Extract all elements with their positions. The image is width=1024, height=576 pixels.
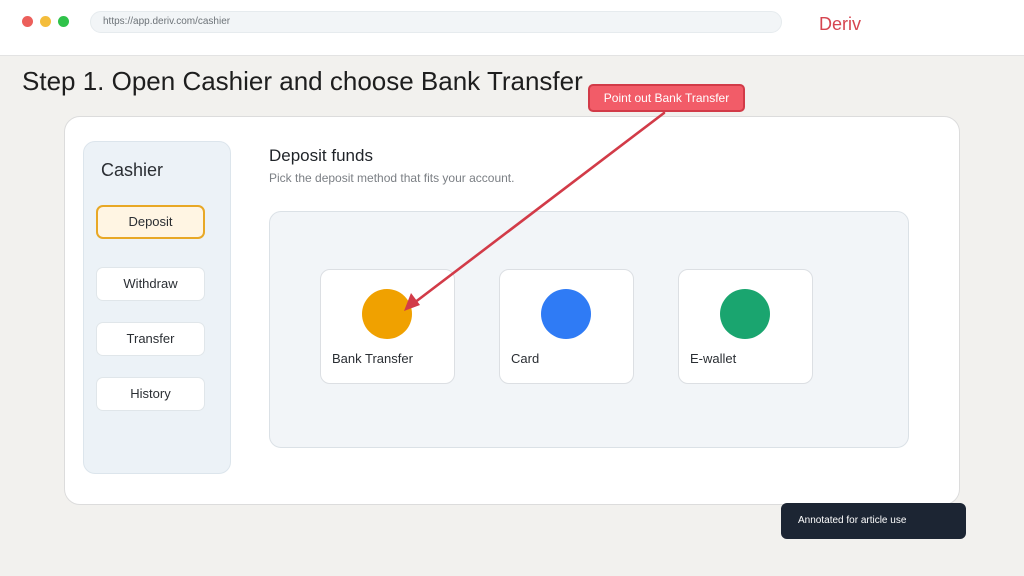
minimize-window-dot[interactable] — [40, 16, 51, 27]
annotation-callout: Point out Bank Transfer — [588, 84, 745, 112]
method-label: Card — [511, 351, 540, 366]
address-bar[interactable]: https://app.deriv.com/cashier — [90, 11, 782, 33]
bank-transfer-icon — [362, 289, 412, 339]
sidebar-item-transfer[interactable]: Transfer — [96, 322, 205, 356]
e-wallet-icon — [720, 289, 770, 339]
card-icon — [541, 289, 591, 339]
step-title: Step 1. Open Cashier and choose Bank Tra… — [22, 66, 583, 96]
sidebar-item-withdraw[interactable]: Withdraw — [96, 267, 205, 301]
method-e-wallet[interactable]: E-wallet — [678, 269, 813, 384]
method-label: Bank Transfer — [332, 351, 413, 366]
sidebar-item-deposit[interactable]: Deposit — [96, 205, 205, 239]
panel-subtitle: Pick the deposit method that fits your a… — [269, 171, 515, 185]
cashier-sidebar — [83, 141, 231, 474]
page: https://app.deriv.com/cashier Deriv Step… — [0, 0, 1024, 576]
sidebar-title: Cashier — [101, 160, 164, 180]
method-label: E-wallet — [690, 351, 737, 366]
browser-toolbar: https://app.deriv.com/cashier Deriv — [0, 0, 1024, 56]
panel-title: Deposit funds — [269, 146, 373, 165]
close-window-dot[interactable] — [22, 16, 33, 27]
method-card[interactable]: Card — [499, 269, 634, 384]
maximize-window-dot[interactable] — [58, 16, 69, 27]
annotation-toast: Annotated for article use — [781, 503, 966, 539]
sidebar-item-history[interactable]: History — [96, 377, 205, 411]
method-bank-transfer[interactable]: Bank Transfer — [320, 269, 455, 384]
brand-logo: Deriv — [819, 14, 862, 34]
